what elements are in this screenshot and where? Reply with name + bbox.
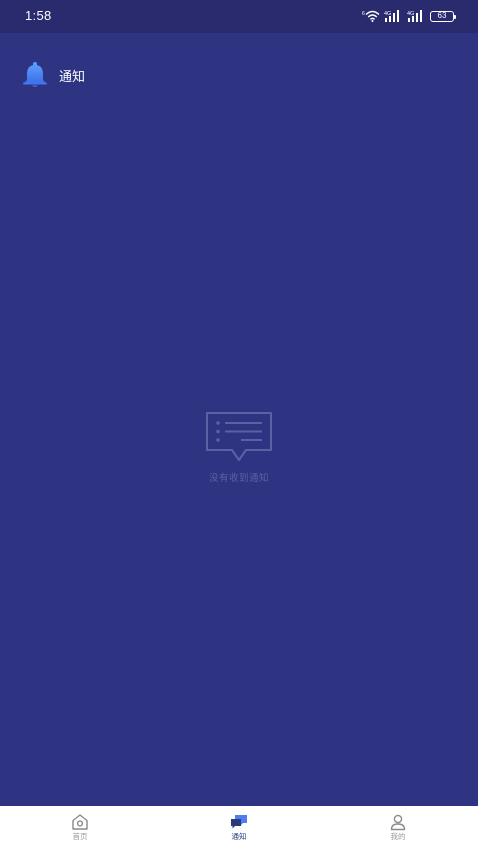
chat-bubbles-icon [230, 806, 248, 831]
bell-icon [22, 61, 48, 89]
signal-4g-icon-2: 4G [407, 10, 426, 22]
nav-item-home[interactable]: 首页 [40, 806, 120, 850]
message-list-icon [204, 410, 274, 466]
nav-label-home: 首页 [72, 832, 88, 841]
nav-item-notifications[interactable]: 通知 [199, 806, 279, 850]
status-bar: 1:58 6 4G 4G 63 [0, 0, 478, 33]
page-title: 通知 [59, 69, 86, 85]
svg-text:6: 6 [362, 11, 365, 17]
wifi-icon: 6 [362, 10, 380, 22]
nav-item-mine[interactable]: 我的 [358, 806, 438, 850]
empty-state: 没有收到通知 [0, 410, 478, 484]
battery-level: 63 [437, 11, 447, 20]
nav-label-notifications: 通知 [231, 832, 247, 841]
status-icons: 6 4G 4G 63 [362, 8, 456, 24]
nav-label-mine: 我的 [390, 832, 406, 841]
bottom-nav: 首页 通知 我的 [0, 806, 478, 850]
status-time: 1:58 [25, 8, 52, 23]
empty-state-text: 没有收到通知 [208, 473, 269, 484]
battery-icon: 63 [430, 10, 456, 22]
user-icon [389, 806, 407, 831]
signal-4g-icon-1: 4G [384, 10, 403, 22]
notifications-screen: 1:58 6 4G 4G 63 通知 没有收到通知 首页 通知 我的 [0, 0, 478, 850]
page-header: 通知 [22, 60, 85, 90]
home-icon [71, 806, 89, 831]
